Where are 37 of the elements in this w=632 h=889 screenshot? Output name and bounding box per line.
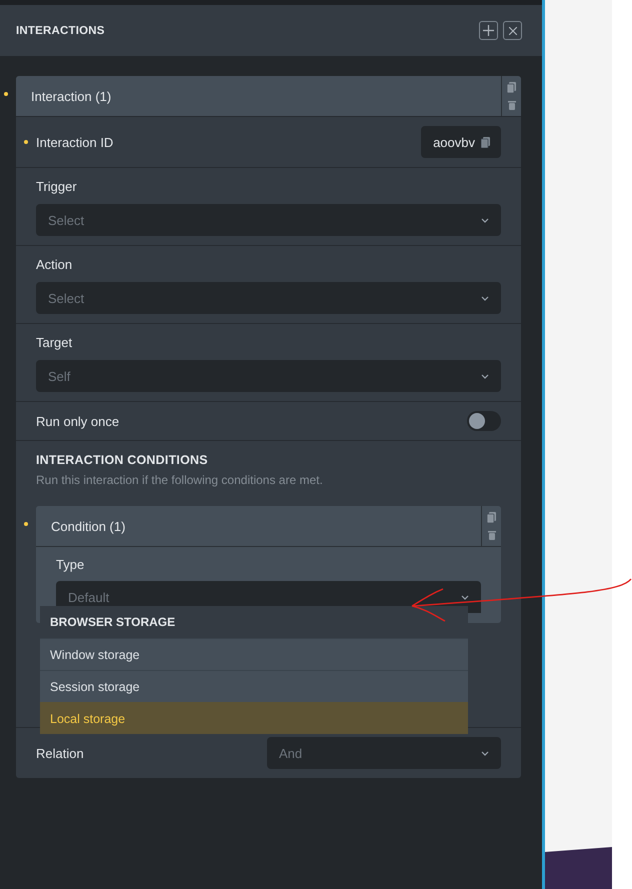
close-button[interactable] xyxy=(503,21,522,40)
toggle-switch[interactable] xyxy=(467,411,501,431)
select-field[interactable]: Select xyxy=(36,282,501,314)
chevron-down-icon xyxy=(481,750,489,756)
footer-shape xyxy=(545,847,612,889)
field-label: Action xyxy=(36,257,74,272)
field-label: Relation xyxy=(36,746,84,760)
trash-icon[interactable] xyxy=(508,101,516,110)
field-label: Trigger xyxy=(36,179,78,194)
close-icon xyxy=(508,26,516,34)
field-label: Target xyxy=(36,335,74,350)
field-label: Interaction ID xyxy=(36,134,114,150)
trash-icon[interactable] xyxy=(488,531,496,540)
card-title[interactable]: Interaction (1) xyxy=(31,88,112,104)
select-field[interactable]: And xyxy=(267,737,501,769)
chevron-down-icon xyxy=(481,374,489,378)
plus-icon xyxy=(483,25,494,36)
field-label: Type xyxy=(56,557,86,572)
chevron-down-icon xyxy=(481,218,489,222)
copy-icon[interactable] xyxy=(481,136,490,148)
chevron-down-icon xyxy=(461,594,469,600)
dropdown-option[interactable]: Local storage xyxy=(40,702,468,734)
id-value-field[interactable]: aoovbv xyxy=(421,126,501,158)
section-description: Run this interaction if the following conditions are met. xyxy=(36,473,324,487)
copy-icon[interactable] xyxy=(507,82,516,93)
dropdown-option[interactable]: Session storage xyxy=(40,670,468,702)
panel-title: INTERACTIONS xyxy=(16,24,105,36)
card-title[interactable]: Condition (1) xyxy=(51,518,126,534)
group-heading: BROWSER STORAGE xyxy=(49,614,176,631)
dropdown-option[interactable]: Window storage xyxy=(40,638,468,670)
chevron-down-icon xyxy=(481,296,489,300)
select-field[interactable]: Self xyxy=(36,360,501,392)
select-field[interactable]: Select xyxy=(36,204,501,236)
section-title: INTERACTION CONDITIONS xyxy=(36,453,209,467)
copy-icon[interactable] xyxy=(487,512,496,523)
toggle-label: Run only once xyxy=(36,414,120,428)
add-button[interactable] xyxy=(479,21,498,40)
